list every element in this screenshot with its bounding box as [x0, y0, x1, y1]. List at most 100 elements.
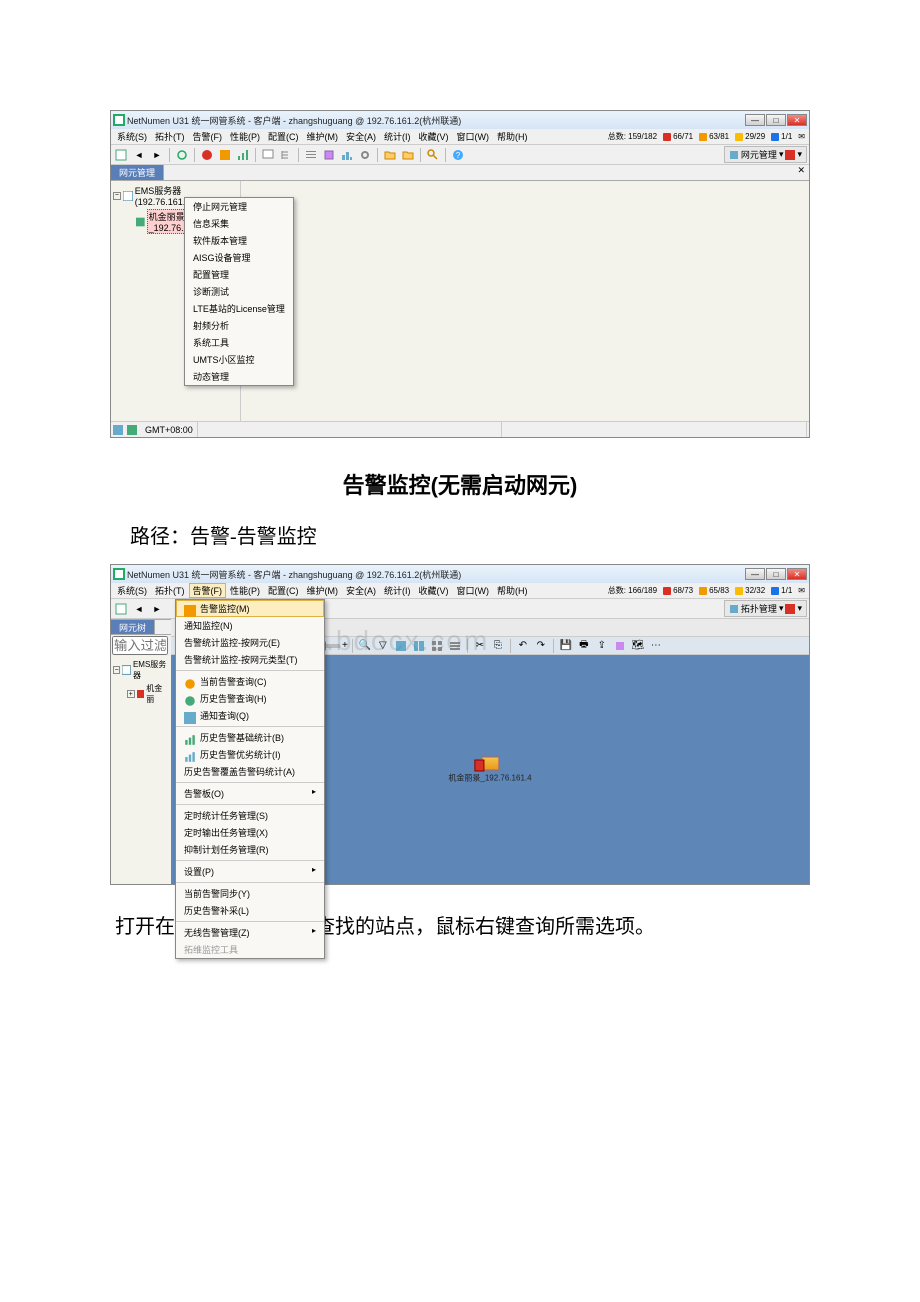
more-icon[interactable]: ⋯ — [648, 638, 664, 654]
tab-close-icon[interactable]: ✕ — [793, 165, 809, 180]
tree-icon[interactable] — [278, 147, 294, 163]
undo-icon[interactable]: ↶ — [515, 638, 531, 654]
menu-alarm-monitor[interactable]: 告警监控(M) — [176, 600, 324, 617]
copy-icon[interactable]: ⎘ — [490, 638, 506, 654]
export-icon[interactable]: ⇪ — [594, 638, 610, 654]
gear-icon[interactable] — [357, 147, 373, 163]
redo-icon[interactable]: ↷ — [533, 638, 549, 654]
ctx-dynamic[interactable]: 动态管理 — [185, 368, 293, 385]
tab-ne-tree[interactable]: 网元树 — [111, 620, 155, 634]
save-icon[interactable]: 💾 — [558, 638, 574, 654]
expand-icon[interactable]: − — [113, 192, 121, 200]
panel-selector[interactable]: 网元管理 ▾ ▾ — [724, 146, 807, 163]
layers-icon[interactable] — [612, 638, 628, 654]
cut-icon[interactable]: ✂ — [472, 638, 488, 654]
ctx-sw-version[interactable]: 软件版本管理 — [185, 232, 293, 249]
chart-icon[interactable] — [235, 147, 251, 163]
help-icon[interactable]: ? — [450, 147, 466, 163]
ctx-aisg[interactable]: AISG设备管理 — [185, 249, 293, 266]
menu-current-alarm-query[interactable]: 当前告警查询(C) — [176, 673, 324, 690]
ctx-config[interactable]: 配置管理 — [185, 266, 293, 283]
ctx-lte-license[interactable]: LTE基站的License管理 — [185, 300, 293, 317]
topology-node[interactable]: 机金丽景_192.76.161.4 — [448, 756, 531, 783]
mail-icon[interactable]: ✉ — [798, 586, 805, 595]
mail-icon[interactable]: ✉ — [798, 132, 805, 141]
menu-timed-stat-task[interactable]: 定时统计任务管理(S) — [176, 807, 324, 824]
menu-alarm[interactable]: 告警(F) — [189, 130, 227, 143]
menu-history-base-stat[interactable]: 历史告警基础统计(B) — [176, 729, 324, 746]
menu-help[interactable]: 帮助(H) — [493, 584, 532, 597]
menu-security[interactable]: 安全(A) — [342, 584, 380, 597]
nav-back-icon[interactable]: ◄ — [131, 147, 147, 163]
tree-child-node[interactable]: + 机金丽 — [113, 682, 169, 706]
expand-icon[interactable]: − — [113, 666, 120, 674]
nav-fwd-icon[interactable]: ► — [149, 147, 165, 163]
key-icon[interactable] — [425, 147, 441, 163]
cube-icon[interactable] — [321, 147, 337, 163]
menu-config[interactable]: 配置(C) — [264, 584, 303, 597]
menu-timed-output-task[interactable]: 定时输出任务管理(X) — [176, 824, 324, 841]
menu-wireless-alarm-mgmt[interactable]: 无线告警管理(Z) — [176, 924, 324, 941]
menu-notify-monitor[interactable]: 通知监控(N) — [176, 617, 324, 634]
window-close-button[interactable]: ✕ — [787, 568, 807, 580]
menu-history-alarm-query[interactable]: 历史告警查询(H) — [176, 690, 324, 707]
menu-performance[interactable]: 性能(P) — [226, 584, 264, 597]
menu-system[interactable]: 系统(S) — [113, 584, 151, 597]
tab-ne-management[interactable]: 网元管理 — [111, 165, 164, 180]
menu-alarm[interactable]: 告警(F) — [189, 583, 227, 598]
menu-maintain[interactable]: 维护(M) — [303, 584, 343, 597]
menu-history-cover-stat[interactable]: 历史告警覆盖告警码统计(A) — [176, 763, 324, 780]
nav-new-icon[interactable] — [113, 147, 129, 163]
folder-icon[interactable] — [382, 147, 398, 163]
filter-icon[interactable]: ▽ — [375, 638, 391, 654]
ctx-rf-analysis[interactable]: 射频分析 — [185, 317, 293, 334]
chart2-icon[interactable] — [339, 147, 355, 163]
layout1-icon[interactable] — [393, 638, 409, 654]
window-minimize-button[interactable]: — — [745, 568, 765, 580]
tree-root-node[interactable]: − EMS服务器 — [113, 658, 169, 682]
search-icon[interactable]: 🔍 — [357, 638, 373, 654]
window-minimize-button[interactable]: — — [745, 114, 765, 126]
menu-alarm-stat-ne[interactable]: 告警统计监控-按网元(E) — [176, 634, 324, 651]
menu-stats[interactable]: 统计(I) — [380, 584, 415, 597]
menu-history-quality-stat[interactable]: 历史告警优劣统计(I) — [176, 746, 324, 763]
menu-favorites[interactable]: 收藏(V) — [415, 130, 453, 143]
nav-fwd-icon[interactable]: ► — [149, 601, 165, 617]
ctx-info-collect[interactable]: 信息采集 — [185, 215, 293, 232]
menu-system[interactable]: 系统(S) — [113, 130, 151, 143]
menu-maintain[interactable]: 维护(M) — [303, 130, 343, 143]
menu-stats[interactable]: 统计(I) — [380, 130, 415, 143]
window-icon[interactable] — [260, 147, 276, 163]
menu-help[interactable]: 帮助(H) — [493, 130, 532, 143]
menu-current-alarm-sync[interactable]: 当前告警同步(Y) — [176, 885, 324, 902]
nav-back-icon[interactable]: ◄ — [131, 601, 147, 617]
panel-selector[interactable]: 拓扑管理 ▾ ▾ — [724, 600, 807, 617]
grid-icon[interactable] — [429, 638, 445, 654]
window-close-button[interactable]: ✕ — [787, 114, 807, 126]
print-icon[interactable]: 🖶 — [576, 638, 592, 654]
window-maximize-button[interactable]: □ — [766, 114, 786, 126]
menu-notify-query[interactable]: 通知查询(Q) — [176, 707, 324, 724]
ctx-sys-tools[interactable]: 系统工具 — [185, 334, 293, 351]
ctx-umts-cell[interactable]: UMTS小区监控 — [185, 351, 293, 368]
list2-icon[interactable] — [447, 638, 463, 654]
map-icon[interactable]: 🗺 — [630, 638, 646, 654]
tree-filter-input[interactable] — [112, 636, 168, 655]
folder2-icon[interactable] — [400, 147, 416, 163]
menu-settings[interactable]: 设置(P) — [176, 863, 324, 880]
menu-topology[interactable]: 拓扑(T) — [151, 130, 189, 143]
view-orange-icon[interactable] — [217, 147, 233, 163]
menu-history-alarm-recollect[interactable]: 历史告警补采(L) — [176, 902, 324, 919]
menu-topology[interactable]: 拓扑(T) — [151, 584, 189, 597]
menu-performance[interactable]: 性能(P) — [226, 130, 264, 143]
menu-alarm-stat-netype[interactable]: 告警统计监控-按网元类型(T) — [176, 651, 324, 668]
layout2-icon[interactable] — [411, 638, 427, 654]
menu-window[interactable]: 窗口(W) — [453, 130, 494, 143]
menu-favorites[interactable]: 收藏(V) — [415, 584, 453, 597]
menu-security[interactable]: 安全(A) — [342, 130, 380, 143]
view-red-icon[interactable] — [199, 147, 215, 163]
expand-icon[interactable]: + — [127, 690, 135, 698]
menu-window[interactable]: 窗口(W) — [453, 584, 494, 597]
list-icon[interactable] — [303, 147, 319, 163]
ctx-stop-ne[interactable]: 停止网元管理 — [185, 198, 293, 215]
